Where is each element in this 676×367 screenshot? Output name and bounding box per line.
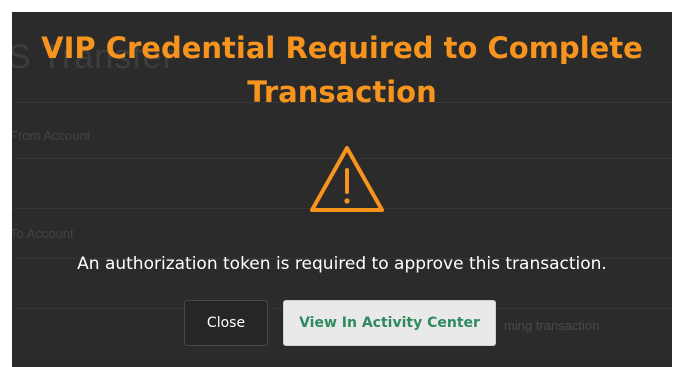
vip-credential-dialog: VIP Credential Required to Complete Tran…	[12, 12, 672, 367]
screenshot-frame: S Transfer From Account To Account ming …	[12, 12, 672, 367]
view-in-activity-center-button[interactable]: View In Activity Center	[283, 300, 496, 346]
dialog-message: An authorization token is required to ap…	[77, 254, 607, 274]
dialog-title: VIP Credential Required to Complete Tran…	[41, 31, 643, 109]
close-button[interactable]: Close	[184, 300, 268, 346]
warning-triangle-icon	[310, 146, 384, 212]
